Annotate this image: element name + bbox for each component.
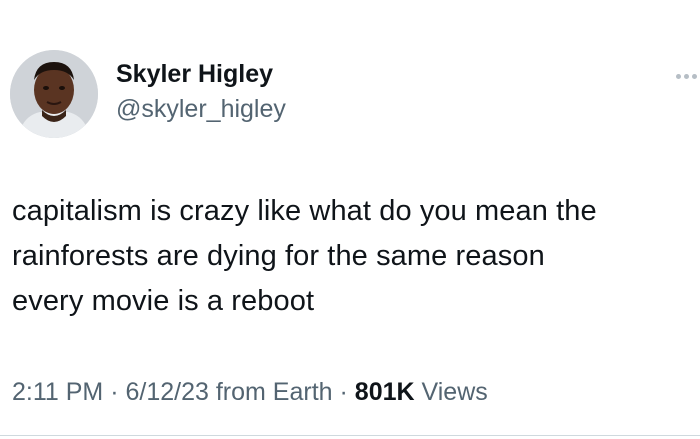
avatar[interactable] [10, 50, 98, 138]
more-options-button[interactable] [672, 70, 700, 84]
separator: · [339, 378, 348, 406]
author-display-name[interactable]: Skyler Higley [116, 58, 286, 90]
tweet-time[interactable]: 2:11 PM [12, 378, 103, 406]
tweet-meta: 2:11 PM · 6/12/23 from Earth · 801K View… [12, 374, 488, 410]
tweet-text: capitalism is crazy like what do you mea… [12, 189, 696, 324]
views-label: Views [421, 378, 488, 406]
more-options-icon [676, 74, 681, 79]
author-info: Skyler Higley @skyler_higley [116, 58, 286, 125]
tweet-date[interactable]: 6/12/23 [125, 378, 208, 406]
tweet-text-line: rainforests are dying for the same reaso… [12, 240, 545, 272]
avatar-image [10, 50, 98, 138]
tweet: Skyler Higley @skyler_higley capitalism … [0, 0, 700, 439]
tweet-text-line: capitalism is crazy like what do you mea… [12, 195, 597, 227]
separator: · [110, 378, 119, 406]
author-handle[interactable]: @skyler_higley [116, 93, 286, 125]
tweet-text-line: every movie is a reboot [12, 285, 315, 317]
tweet-source: from Earth [215, 378, 333, 406]
divider [0, 435, 700, 436]
views-count[interactable]: 801K [355, 378, 415, 406]
